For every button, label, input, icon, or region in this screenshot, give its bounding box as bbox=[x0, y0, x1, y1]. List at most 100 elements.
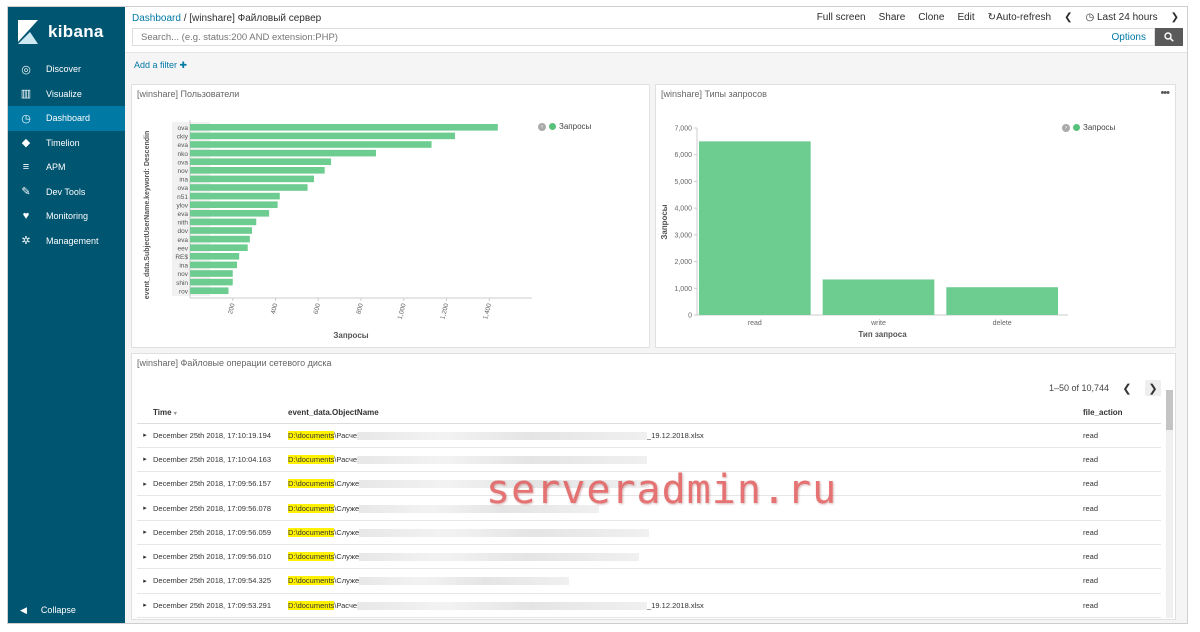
legend: › Запросы bbox=[1062, 123, 1115, 132]
time-range-label: Last 24 hours bbox=[1097, 12, 1158, 23]
file-name-start: Служе bbox=[336, 479, 360, 489]
time-cell: December 25th 2018, 17:09:56.078 bbox=[153, 495, 288, 521]
breadcrumb-separator: / bbox=[183, 13, 187, 24]
refresh-icon: ↻ bbox=[987, 12, 997, 23]
breadcrumb: Dashboard / [winshare] Файловый сервер bbox=[132, 13, 321, 24]
collapse-icon: ◀ bbox=[20, 604, 27, 615]
chevron-right-icon: ▸ bbox=[143, 480, 147, 488]
table-row[interactable]: ▸ December 25th 2018, 17:09:53.291 D:\docu… bbox=[137, 593, 1161, 618]
y-tick-label: eva bbox=[178, 237, 189, 244]
bar-14 bbox=[190, 244, 248, 251]
share-button[interactable]: Share bbox=[879, 12, 906, 23]
table-row[interactable]: ▸ December 25th 2018, 17:09:54.325 D:\docu… bbox=[137, 568, 1161, 594]
y-tick-label: dov bbox=[178, 228, 189, 235]
objectname-cell: D:\documents\Служе bbox=[288, 520, 1083, 545]
table-row[interactable]: ▸ December 25th 2018, 17:09:56.010 D:\docu… bbox=[137, 544, 1161, 570]
time-header-label: Time bbox=[153, 407, 172, 417]
drive-highlight: D:\ bbox=[288, 552, 298, 562]
next-page-button[interactable]: ❯ bbox=[1145, 380, 1161, 396]
breadcrumb-dashboard-link[interactable]: Dashboard bbox=[132, 13, 181, 24]
time-column-header[interactable]: Time ▾ bbox=[153, 402, 288, 424]
file-name-end: _19.12.2018.xlsx bbox=[647, 600, 704, 610]
sidebar-item-monitoring[interactable]: ♥ Monitoring bbox=[8, 204, 125, 229]
table-scrollbar[interactable] bbox=[1166, 390, 1173, 618]
chevron-right-icon: ❯ bbox=[1170, 12, 1179, 23]
drive-highlight: D:\ bbox=[288, 430, 298, 440]
y-tick-label: nov bbox=[178, 168, 189, 175]
y-tick-label: 5,000 bbox=[674, 179, 692, 186]
objectname-cell: D:\documents\Служе bbox=[288, 544, 1083, 570]
legend-toggle-icon[interactable]: › bbox=[1062, 123, 1070, 132]
bar-13 bbox=[190, 235, 250, 243]
y-tick-label: ina bbox=[179, 263, 188, 270]
y-tick-label: 3,000 bbox=[674, 232, 692, 239]
time-picker-button[interactable]: ◷ Last 24 hours bbox=[1085, 12, 1157, 23]
timelion-icon: ◆ bbox=[21, 137, 31, 150]
wrench-icon: ✎ bbox=[21, 186, 31, 199]
dashboard-toolbar: Full screen Share Clone Edit ↻Auto-refre… bbox=[817, 12, 1179, 23]
sort-icon[interactable]: ▾ bbox=[174, 411, 177, 417]
y-tick-label: shin bbox=[176, 280, 188, 287]
y-tick-label: n51 bbox=[177, 194, 188, 201]
objectname-column-header[interactable]: event_data.ObjectName bbox=[288, 402, 1083, 424]
search-button[interactable] bbox=[1155, 28, 1183, 46]
prev-page-button[interactable]: ❮ bbox=[1119, 380, 1135, 396]
clone-button[interactable]: Clone bbox=[918, 12, 944, 23]
sidebar-item-label: Discover bbox=[46, 64, 82, 75]
full-screen-button[interactable]: Full screen bbox=[817, 12, 866, 23]
sidebar-item-timelion[interactable]: ◆ Timelion bbox=[8, 131, 125, 156]
legend-label[interactable]: Запросы bbox=[1083, 123, 1115, 132]
expand-row-button[interactable]: ▸ bbox=[137, 520, 153, 545]
table-row[interactable]: ▸ December 25th 2018, 17:10:04.163 D:\docu… bbox=[137, 447, 1161, 473]
expand-row-button[interactable]: ▸ bbox=[137, 447, 153, 473]
bar-4 bbox=[190, 158, 332, 165]
bar-2 bbox=[190, 141, 432, 148]
search-input[interactable] bbox=[141, 32, 1041, 43]
legend-label[interactable]: Запросы bbox=[559, 122, 591, 131]
expand-row-button[interactable]: ▸ bbox=[137, 593, 153, 618]
y-tick-label: 4,000 bbox=[674, 206, 692, 213]
y-tick-label: nko bbox=[178, 151, 189, 158]
sidebar-item-management[interactable]: ✲ Management bbox=[8, 229, 125, 254]
time-forward-button[interactable]: ❯ bbox=[1171, 12, 1179, 23]
collapse-button[interactable]: ◀ Collapse bbox=[8, 599, 125, 621]
bar-7 bbox=[190, 184, 308, 191]
bar-8 bbox=[190, 192, 280, 200]
table-row[interactable]: ▸ December 25th 2018, 17:09:56.078 D:\docu… bbox=[137, 495, 1161, 521]
folder-highlight: documents bbox=[297, 503, 335, 513]
time-back-button[interactable]: ❮ bbox=[1064, 12, 1072, 23]
scrollbar-thumb[interactable] bbox=[1166, 390, 1173, 430]
legend-toggle-icon[interactable]: › bbox=[538, 122, 546, 131]
table-row[interactable]: ▸ December 25th 2018, 17:09:56.157 D:\docu… bbox=[137, 471, 1161, 497]
auto-refresh-button[interactable]: ↻Auto-refresh bbox=[988, 12, 1051, 23]
y-tick-label: 6,000 bbox=[674, 152, 692, 159]
options-button[interactable]: Options bbox=[1112, 32, 1146, 43]
expand-row-button[interactable]: ▸ bbox=[137, 544, 153, 570]
expand-row-button[interactable]: ▸ bbox=[137, 568, 153, 594]
folder-highlight: documents bbox=[297, 527, 335, 537]
sidebar-item-dev-tools[interactable]: ✎ Dev Tools bbox=[8, 180, 125, 205]
sidebar-item-apm[interactable]: ≡ APM bbox=[8, 155, 125, 180]
table-row[interactable]: ▸ December 25th 2018, 17:09:56.059 D:\docu… bbox=[137, 520, 1161, 545]
brand-name: kibana bbox=[48, 22, 104, 41]
file-action-cell: read bbox=[1083, 520, 1161, 545]
expand-row-button[interactable]: ▸ bbox=[137, 423, 153, 448]
y-tick-label: eva bbox=[178, 211, 189, 218]
kibana-logo[interactable]: kibana bbox=[8, 7, 125, 57]
sidebar-item-dashboard[interactable]: ◷ Dashboard bbox=[8, 106, 125, 131]
y-tick-label: 0 bbox=[688, 313, 692, 320]
sidebar-item-visualize[interactable]: ▥ Visualize bbox=[8, 82, 125, 107]
bar-3 bbox=[190, 149, 376, 157]
sidebar-item-label: Monitoring bbox=[46, 211, 89, 222]
expand-row-button[interactable]: ▸ bbox=[137, 495, 153, 521]
drive-highlight: D:\ bbox=[288, 503, 298, 513]
bar-18 bbox=[190, 278, 233, 286]
expand-row-button[interactable]: ▸ bbox=[137, 471, 153, 497]
file-action-column-header[interactable]: file_action bbox=[1083, 402, 1161, 424]
kibana-logo-icon bbox=[18, 20, 38, 44]
sidebar-item-discover[interactable]: ◎ Discover bbox=[8, 57, 125, 82]
edit-button[interactable]: Edit bbox=[957, 12, 974, 23]
table-row[interactable]: ▸ December 25th 2018, 17:10:19.194 D:\docu… bbox=[137, 423, 1161, 448]
x-axis-title: Запросы bbox=[333, 331, 368, 340]
add-filter-button[interactable]: Add a filter ✚ bbox=[134, 60, 187, 71]
